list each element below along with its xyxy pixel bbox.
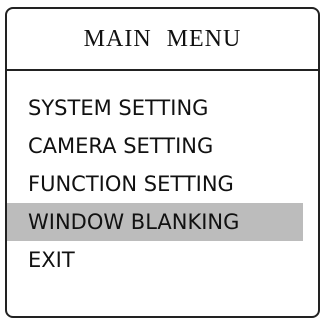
menu-item-exit[interactable]: EXIT bbox=[7, 241, 318, 279]
menu-item-window-blanking[interactable]: WINDOW BLANKING bbox=[7, 203, 303, 241]
menu-item-function-setting[interactable]: FUNCTION SETTING bbox=[7, 165, 318, 203]
menu-list: SYSTEM SETTING CAMERA SETTING FUNCTION S… bbox=[7, 89, 318, 279]
menu-item-camera-setting[interactable]: CAMERA SETTING bbox=[7, 127, 318, 165]
menu-title: MAIN MENU bbox=[83, 25, 242, 52]
menu-item-system-setting[interactable]: SYSTEM SETTING bbox=[7, 89, 318, 127]
main-menu-panel: MAIN MENU SYSTEM SETTING CAMERA SETTING … bbox=[5, 7, 320, 318]
menu-header: MAIN MENU bbox=[7, 9, 318, 71]
